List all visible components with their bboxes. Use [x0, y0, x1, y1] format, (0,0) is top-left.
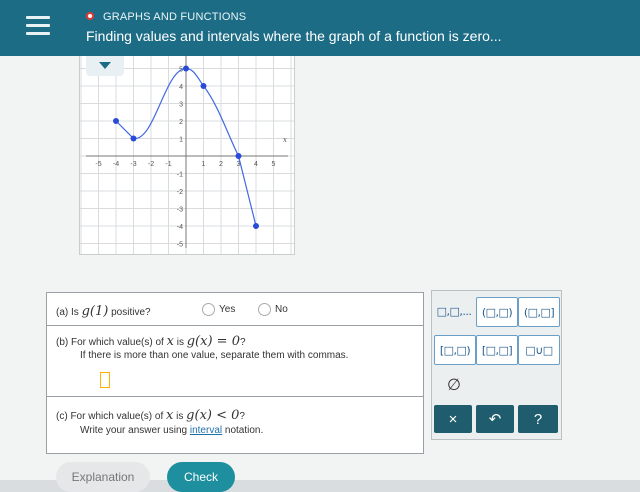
- x-tick-label: -1: [165, 161, 171, 168]
- question-a-prefix: (a) Is: [56, 307, 79, 318]
- question-a-expr: g(1): [81, 304, 109, 319]
- x-tick-label: -2: [148, 161, 154, 168]
- union-key[interactable]: □∪□: [518, 335, 560, 365]
- math-keypad: □,□,... (□,□) (□,□] [□,□) [□,□] □∪□ ∅ × …: [431, 290, 562, 440]
- hamburger-menu-icon[interactable]: [26, 16, 50, 36]
- question-c-hint-suffix: notation.: [224, 425, 264, 436]
- close-icon: ×: [448, 410, 458, 428]
- interval-link[interactable]: interval: [190, 425, 222, 436]
- data-point: [235, 153, 242, 159]
- question-c-qmark: ?: [239, 411, 245, 422]
- answer-input-b[interactable]: [100, 372, 110, 388]
- x-tick-label: 4: [254, 161, 258, 168]
- open-open-interval-key[interactable]: (□,□): [476, 297, 518, 327]
- topic-status-icon: [86, 12, 94, 20]
- empty-set-key[interactable]: ∅: [434, 371, 474, 399]
- question-c: (c) For which value(s) of x is g(x) < 0?…: [47, 397, 423, 453]
- question-c-var: x: [166, 408, 174, 423]
- closed-open-interval-key[interactable]: [□,□): [434, 335, 476, 365]
- question-b-qmark: ?: [239, 337, 246, 348]
- question-b-expr: g(x) = 0: [186, 334, 240, 349]
- question-c-prefix: (c) For which value(s) of: [56, 411, 164, 422]
- y-tick-label: 1: [179, 137, 183, 144]
- help-icon: ?: [533, 410, 543, 428]
- data-point: [113, 118, 119, 124]
- question-b-prefix: (b) For which value(s) of: [56, 337, 164, 348]
- y-tick-label: -4: [177, 224, 183, 231]
- top-bar: GRAPHS AND FUNCTIONS Finding values and …: [0, 0, 640, 56]
- question-c-hint-prefix: Write your answer using: [80, 425, 188, 436]
- x-tick-label: -4: [113, 161, 119, 168]
- data-point: [130, 135, 137, 142]
- yes-option[interactable]: Yes: [202, 303, 235, 316]
- no-option[interactable]: No: [258, 303, 288, 316]
- question-a-suffix: positive?: [111, 307, 151, 318]
- y-tick-label: 2: [179, 119, 183, 126]
- y-tick-label: 3: [179, 102, 183, 109]
- help-key[interactable]: ?: [518, 405, 558, 433]
- question-b: (b) For which value(s) of x is g(x) = 0?…: [47, 326, 423, 397]
- y-tick-label: -3: [177, 207, 183, 214]
- chevron-down-icon: [99, 62, 111, 69]
- data-point: [183, 65, 189, 72]
- question-c-expr: g(x) < 0: [186, 408, 240, 423]
- y-tick-label: -2: [177, 189, 183, 196]
- explanation-button[interactable]: Explanation: [56, 462, 150, 492]
- no-label: No: [275, 304, 288, 316]
- questions-panel: (a) Is g(1) positive? Yes No (b) For whi…: [46, 292, 424, 454]
- yes-label: Yes: [219, 304, 236, 316]
- list-key[interactable]: □,□,...: [434, 297, 474, 325]
- undo-key[interactable]: ↶: [476, 405, 514, 433]
- data-point: [253, 223, 259, 229]
- page-title: Finding values and intervals where the g…: [86, 28, 502, 44]
- question-b-hint: If there is more than one value, separat…: [80, 350, 349, 361]
- undo-icon: ↶: [488, 411, 502, 428]
- graph-svg: -5 -4 -3 -2 -1 1 2 3 4 554321-1-2-3-4-5x: [80, 56, 294, 254]
- question-c-mid: is: [176, 411, 184, 422]
- clear-key[interactable]: ×: [434, 405, 472, 433]
- x-tick-label: -3: [130, 161, 136, 168]
- y-tick-label: 4: [179, 84, 183, 91]
- x-tick-label: 1: [202, 161, 206, 168]
- x-tick-label: 2: [219, 161, 223, 168]
- x-tick-label: -5: [95, 161, 101, 168]
- closed-closed-interval-key[interactable]: [□,□]: [476, 335, 518, 365]
- yes-radio[interactable]: [202, 303, 215, 316]
- question-b-mid: is: [176, 337, 184, 348]
- x-axis-label: x: [283, 136, 287, 144]
- collapse-graph-button[interactable]: [86, 56, 124, 76]
- check-button[interactable]: Check: [167, 462, 235, 492]
- topic-label: GRAPHS AND FUNCTIONS: [103, 11, 247, 23]
- question-a: (a) Is g(1) positive? Yes No: [47, 293, 423, 326]
- question-b-var: x: [166, 334, 174, 349]
- x-tick-label: 5: [272, 161, 276, 168]
- y-tick-label: -5: [177, 242, 183, 249]
- no-radio[interactable]: [258, 303, 271, 316]
- open-closed-interval-key[interactable]: (□,□]: [518, 297, 560, 327]
- y-tick-label: -1: [177, 172, 183, 179]
- data-point: [200, 83, 207, 89]
- function-graph: -5 -4 -3 -2 -1 1 2 3 4 5 5 4 3 2 1 -1 -2 -3 -4 -5 x: [79, 56, 295, 255]
